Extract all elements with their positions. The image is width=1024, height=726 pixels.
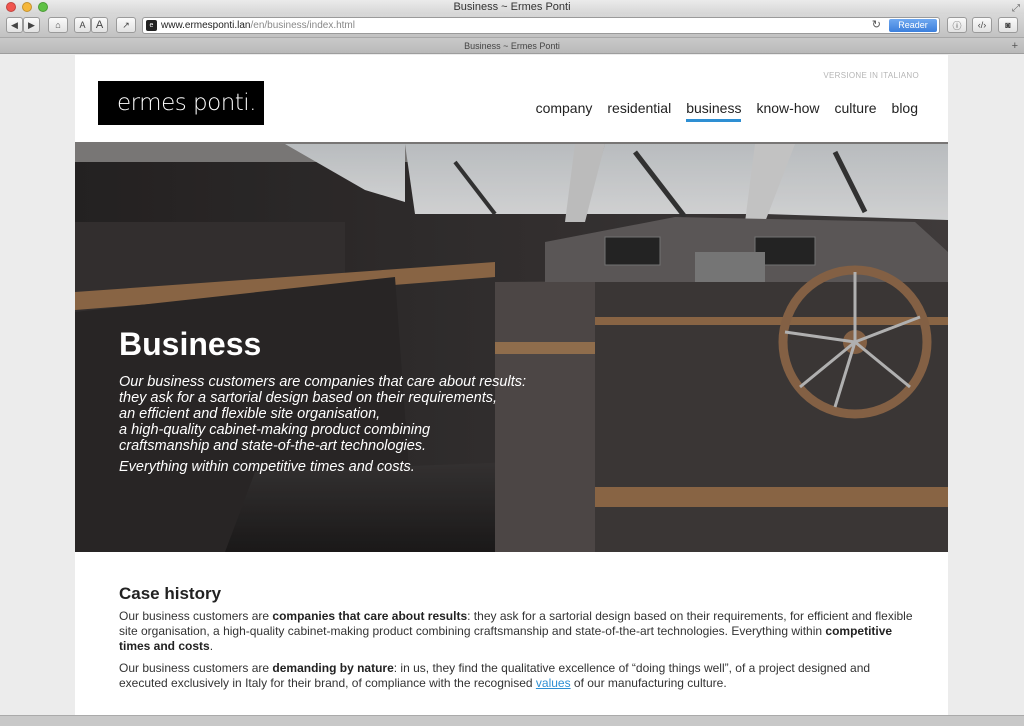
reload-icon[interactable]: ↻ bbox=[872, 18, 881, 33]
window-title: Business ~ Ermes Ponti bbox=[453, 1, 571, 13]
text-run: of our manufacturing culture. bbox=[570, 676, 727, 690]
reader-button[interactable]: Reader bbox=[889, 19, 937, 32]
url-path: /en/business/index.html bbox=[250, 20, 355, 31]
home-button[interactable]: ⌂ bbox=[48, 17, 68, 33]
case-history-paragraph-2: Our business customers are demanding by … bbox=[119, 661, 914, 691]
emphasis: demanding by nature bbox=[272, 661, 394, 675]
back-button[interactable]: ◀ bbox=[6, 17, 23, 33]
text-run: Our business customers are bbox=[119, 609, 273, 623]
text-run: . bbox=[209, 639, 214, 653]
nav-know-how[interactable]: know-how bbox=[756, 100, 819, 122]
text-run: Our business customers are bbox=[119, 661, 273, 675]
share-button[interactable]: ↗ bbox=[116, 17, 136, 33]
url-host: www.ermesponti.lan bbox=[161, 20, 251, 31]
window-controls bbox=[6, 2, 48, 12]
hero-title: Business bbox=[119, 326, 262, 362]
language-switch-link[interactable]: VERSIONE IN ITALIANO bbox=[823, 71, 919, 80]
screenshot-button[interactable]: ◙ bbox=[998, 17, 1018, 33]
browser-toolbar: ◀ ▶ ⌂ A A ↗ e www.ermesponti.lan/en/busi… bbox=[0, 14, 1024, 38]
minimize-window-button[interactable] bbox=[22, 2, 32, 12]
new-tab-icon[interactable]: + bbox=[1012, 38, 1018, 54]
close-window-button[interactable] bbox=[6, 2, 16, 12]
hero-line: they ask for a sartorial design based on… bbox=[119, 390, 498, 406]
font-smaller-label: A bbox=[79, 20, 86, 30]
window-titlebar: Business ~ Ermes Ponti ⤢ bbox=[0, 0, 1024, 14]
hero-line: a high-quality cabinet-making product co… bbox=[119, 422, 431, 438]
emphasis: companies that care about results bbox=[272, 609, 468, 623]
case-history-title: Case history bbox=[119, 584, 222, 603]
info-icon: ⓘ bbox=[952, 20, 962, 31]
font-larger-label: A bbox=[95, 19, 104, 31]
code-icon: ‹/› bbox=[977, 20, 987, 30]
hero-line: Our business customers are companies tha… bbox=[119, 374, 526, 390]
address-bar[interactable]: e www.ermesponti.lan/en/business/index.h… bbox=[142, 17, 940, 34]
site-logo[interactable]: ermes ponti. bbox=[98, 81, 264, 125]
font-smaller-button[interactable]: A bbox=[74, 17, 91, 33]
main-nav: company residential business know-how cu… bbox=[536, 100, 918, 122]
hero-line: craftsmanship and state-of-the-art techn… bbox=[119, 438, 427, 454]
nav-culture[interactable]: culture bbox=[835, 100, 877, 122]
hero-closing: Everything within competitive times and … bbox=[119, 459, 415, 475]
active-tab[interactable]: Business ~ Ermes Ponti bbox=[464, 41, 560, 51]
zoom-window-button[interactable] bbox=[38, 2, 48, 12]
info-button[interactable]: ⓘ bbox=[947, 17, 967, 33]
forward-button[interactable]: ▶ bbox=[23, 17, 40, 33]
nav-blog[interactable]: blog bbox=[892, 100, 918, 122]
camera-icon: ◙ bbox=[1005, 20, 1011, 30]
nav-business[interactable]: business bbox=[686, 100, 742, 122]
forward-arrow-icon: ▶ bbox=[28, 19, 35, 30]
tab-bar: Business ~ Ermes Ponti + bbox=[0, 38, 1024, 54]
share-icon: ↗ bbox=[122, 19, 130, 30]
hero-banner: Business Our business customers are comp… bbox=[75, 142, 948, 552]
hero-intro: Our business customers are companies tha… bbox=[119, 374, 619, 454]
nav-company[interactable]: company bbox=[536, 100, 593, 122]
nav-residential[interactable]: residential bbox=[607, 100, 671, 122]
values-link[interactable]: values bbox=[536, 676, 571, 690]
home-icon: ⌂ bbox=[55, 20, 61, 30]
case-history-paragraph-1: Our business customers are companies tha… bbox=[119, 609, 914, 654]
back-arrow-icon: ◀ bbox=[11, 19, 18, 30]
site-favicon-icon: e bbox=[146, 20, 157, 31]
window-bottom-bar bbox=[0, 715, 1024, 726]
hero-line: an efficient and flexible site organisat… bbox=[119, 406, 381, 422]
code-button[interactable]: ‹/› bbox=[972, 17, 992, 33]
font-larger-button[interactable]: A bbox=[91, 17, 108, 33]
